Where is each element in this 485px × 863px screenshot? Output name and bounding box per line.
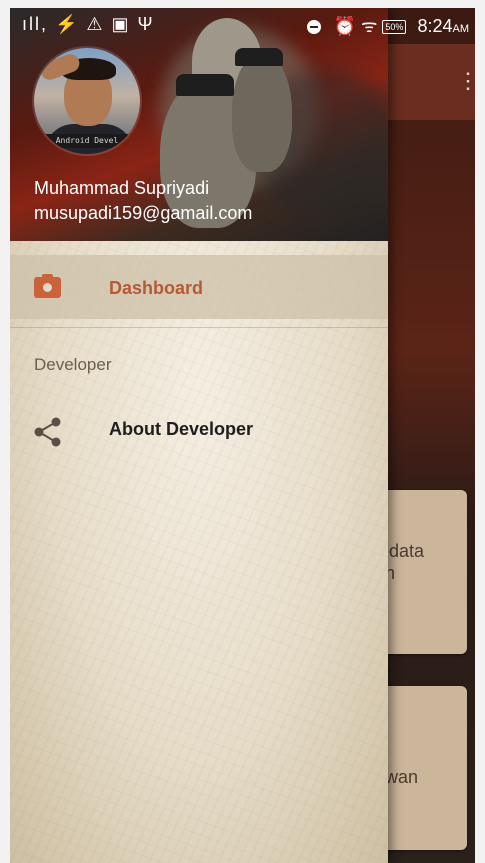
user-name: Muhammad Supriyadi	[34, 178, 210, 198]
background-card-text: awan	[375, 767, 419, 787]
background-card[interactable]: awan	[375, 686, 467, 850]
phone-screen: ⋮ iodata an awan Android Devel Muhammad …	[10, 8, 475, 863]
status-icons-right: ⏰ ᯤ 50% 8:24AM	[306, 14, 470, 38]
avatar[interactable]: Android Devel	[34, 48, 140, 154]
overflow-menu-icon[interactable]: ⋮	[457, 66, 475, 96]
header-portrait-figure	[232, 52, 292, 172]
share-icon	[34, 417, 61, 447]
background-card[interactable]: iodata an	[375, 490, 467, 654]
header-portrait-cap	[235, 48, 283, 66]
camera-icon	[34, 274, 61, 298]
section-header-developer: Developer	[34, 355, 112, 374]
status-bar: ıll, ⚡ ⚠ ▣ Ψ ⏰ ᯤ 50% 8:24AM	[10, 8, 475, 44]
alarm-icon: ⏰	[333, 16, 356, 36]
background-card-text: iodata an	[375, 541, 425, 583]
clock-ampm: AM	[452, 23, 470, 35]
avatar-banner-text: Android Devel	[34, 134, 140, 148]
user-email: musupadi159@gamail.com	[34, 203, 253, 223]
menu-item-dashboard-label[interactable]: Dashboard	[109, 278, 203, 299]
header-portrait-cap	[176, 74, 234, 96]
battery-icon: 50%	[382, 20, 407, 35]
clock-time: 8:24	[417, 16, 453, 36]
do-not-disturb-icon	[306, 20, 321, 35]
wifi-icon: ᯤ	[360, 16, 378, 36]
navigation-drawer: Android Devel Muhammad Supriyadi musupad…	[10, 8, 388, 863]
status-icons-left: ıll, ⚡ ⚠ ▣ Ψ	[22, 14, 155, 34]
menu-item-about-developer[interactable]: About Developer	[109, 419, 253, 440]
divider	[10, 327, 388, 328]
